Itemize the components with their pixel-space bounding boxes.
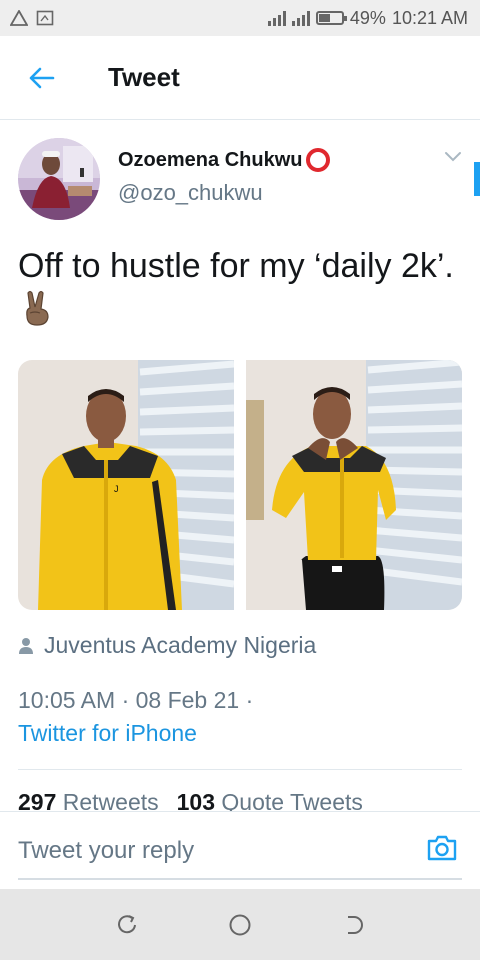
scroll-indicator <box>474 162 480 196</box>
author-text: Ozoemena Chukwu @ozo_chukwu <box>118 148 331 206</box>
retweets-count: 297 <box>18 789 57 811</box>
tweet-location[interactable]: Juventus Academy Nigeria <box>18 632 316 659</box>
arrow-left-icon <box>29 67 55 88</box>
tweet-photo-1[interactable]: J <box>18 360 235 610</box>
reply-underline <box>18 878 462 880</box>
retweets-label: Retweets <box>62 789 159 811</box>
home-button[interactable] <box>220 905 260 945</box>
svg-text:J: J <box>114 484 119 494</box>
warning-icon <box>10 10 28 26</box>
status-system: 49% 10:21 AM <box>267 7 468 29</box>
avatar[interactable] <box>18 138 100 220</box>
tweet-media: J <box>18 360 462 610</box>
top-app-bar: Tweet <box>0 36 480 120</box>
signal-2-icon <box>291 10 310 26</box>
display-name[interactable]: Ozoemena Chukwu <box>118 148 331 172</box>
quotes-count: 103 <box>176 789 216 811</box>
recents-button[interactable] <box>107 905 147 945</box>
divider <box>18 769 462 770</box>
back-button[interactable] <box>0 36 84 120</box>
tweet-stats: 297 Retweets 103 Quote Tweets <box>18 789 363 811</box>
tweet-author: Ozoemena Chukwu @ozo_chukwu <box>18 138 462 220</box>
tweet-options-button[interactable] <box>444 150 462 168</box>
back-nav-icon <box>348 915 364 934</box>
screenshot-icon <box>36 10 54 26</box>
page-title: Tweet <box>108 62 180 92</box>
quotes-label: Quote Tweets <box>221 789 363 811</box>
user-handle[interactable]: @ozo_chukwu <box>118 180 330 206</box>
display-name-text: Ozoemena Chukwu <box>118 148 303 171</box>
tweet-timestamp: 10:05 AM · 08 Feb 21 · <box>18 687 254 713</box>
avatar-photo <box>18 138 100 220</box>
reply-input[interactable] <box>18 822 408 880</box>
victory-hand-emoji-icon <box>26 290 49 326</box>
red-circle-emoji-icon <box>306 148 331 172</box>
back-nav-button[interactable] <box>333 905 373 945</box>
camera-icon <box>427 835 457 861</box>
location-label: Juventus Academy Nigeria <box>44 632 317 658</box>
reply-bar <box>0 811 480 889</box>
battery-percent: 49% <box>349 7 386 28</box>
status-time: 10:21 AM <box>391 7 468 28</box>
tweet-source-link[interactable]: Twitter for iPhone <box>18 720 197 747</box>
signal-icon <box>267 10 286 26</box>
home-circle-icon <box>229 914 251 935</box>
chevron-down-icon <box>445 152 461 162</box>
status-notifications <box>10 10 54 26</box>
status-bar: 49% 10:21 AM <box>0 0 480 36</box>
retweets-stat[interactable]: 297 Retweets <box>18 789 159 811</box>
tweet-text: Off to hustle for my ‘daily 2k’. <box>18 244 458 332</box>
person-pin-icon <box>19 637 33 654</box>
recents-icon <box>117 914 136 933</box>
photo-1-image: J <box>18 360 235 610</box>
system-nav-bar <box>0 889 480 960</box>
photo-2-image <box>246 360 462 610</box>
quote-tweets-stat[interactable]: 103 Quote Tweets <box>177 789 363 811</box>
battery-icon <box>315 11 347 25</box>
tweet-text-body: Off to hustle for my ‘daily 2k’. <box>18 247 454 285</box>
tweet-photo-2[interactable] <box>246 360 462 610</box>
camera-button[interactable] <box>426 834 458 867</box>
